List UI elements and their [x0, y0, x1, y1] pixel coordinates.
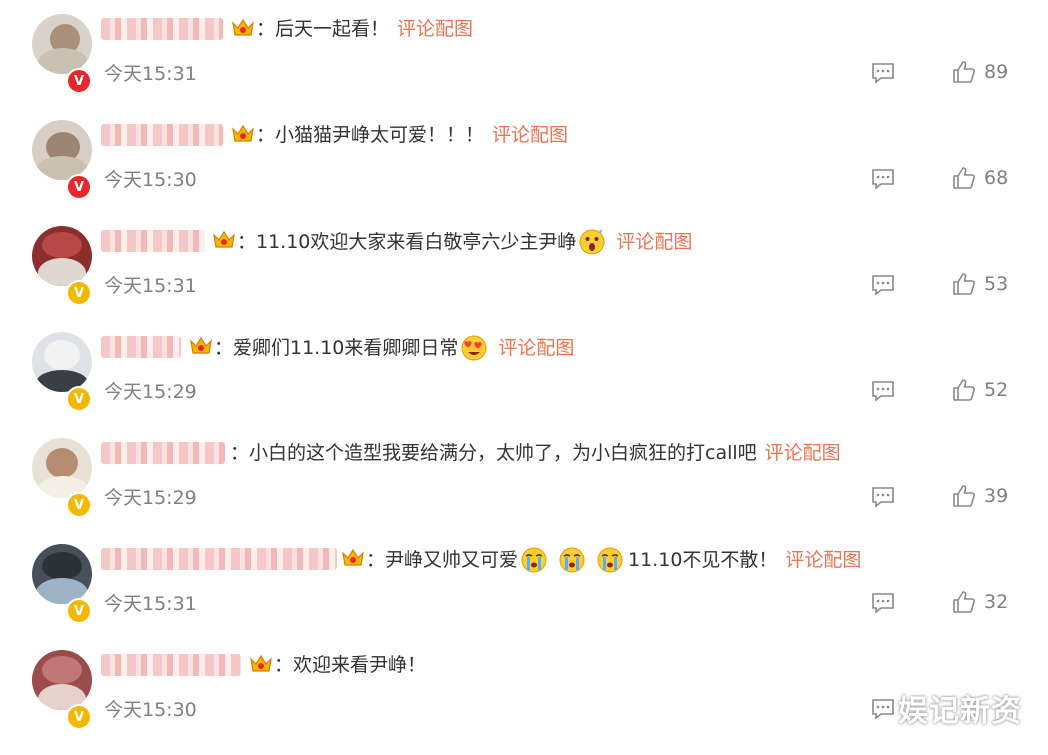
username-mosaic[interactable] [101, 230, 205, 252]
crown-icon [232, 18, 254, 36]
thumbs-up-icon[interactable] [952, 484, 976, 508]
comment-item: V ：小白的这个造型我要给满分，太帅了，为小白疯狂的打call吧 评论配图 今天… [0, 438, 1048, 543]
verified-badge: V [66, 492, 92, 518]
comment-text-row: ：11.10欢迎大家来看白敬亭六少主尹峥 评论配图 [237, 228, 692, 256]
thumbs-up-icon[interactable] [952, 272, 976, 296]
comment-icon[interactable] [871, 168, 895, 190]
like-count: 32 [984, 591, 1009, 613]
comment-item: V ：小猫猫尹峥太可爱！！！ 评论配图 今天15:30 68 [0, 120, 1048, 225]
username-mosaic[interactable] [101, 548, 337, 570]
verified-badge: V [66, 174, 92, 200]
crown-icon [190, 336, 212, 354]
comment-time: 今天15:30 [104, 169, 197, 191]
username-mosaic[interactable] [101, 18, 223, 40]
avatar[interactable] [32, 544, 92, 604]
avatar[interactable] [32, 650, 92, 710]
comment-time: 今天15:29 [104, 487, 197, 509]
comment-item: V ：欢迎来看尹峥！ 今天15:30 [0, 650, 1048, 755]
verified-badge: V [66, 386, 92, 412]
thumbs-up-icon[interactable] [952, 590, 976, 614]
crying-emoji-icon [521, 547, 547, 573]
thumbs-up-icon[interactable] [952, 166, 976, 190]
crying-emoji-icon [597, 547, 623, 573]
surprised-emoji-icon [579, 229, 605, 255]
comment-icon[interactable] [871, 274, 895, 296]
comment-icon[interactable] [871, 698, 895, 720]
username-mosaic[interactable] [101, 124, 223, 146]
crown-icon [250, 654, 272, 672]
comment-image-link[interactable]: 评论配图 [498, 335, 574, 361]
comment-text: ：欢迎来看尹峥！ [274, 654, 427, 676]
comment-image-link[interactable]: 评论配图 [765, 440, 841, 466]
like-count: 53 [984, 273, 1009, 295]
username-mosaic[interactable] [101, 336, 181, 358]
comment-item: V ：后天一起看！ 评论配图 今天15:31 89 [0, 14, 1048, 119]
comment-text-row: ：尹峥又帅又可爱 11.10不见不散！ 评论配图 [366, 546, 861, 574]
comment-image-link[interactable]: 评论配图 [616, 229, 692, 255]
comment-item: V ：尹峥又帅又可爱 11.10不见不散！ 评论配图 今天15:31 32 [0, 544, 1048, 649]
avatar[interactable] [32, 226, 92, 286]
comment-time: 今天15:31 [104, 275, 197, 297]
crown-icon [342, 548, 364, 566]
crying-emoji-icon [559, 547, 585, 573]
comment-text: ：11.10欢迎大家来看白敬亭六少主尹峥 [237, 231, 577, 253]
comment-text-row: ：小白的这个造型我要给满分，太帅了，为小白疯狂的打call吧 评论配图 [230, 440, 841, 466]
love-eyes-emoji-icon [461, 335, 487, 361]
verified-badge: V [66, 68, 92, 94]
avatar[interactable] [32, 332, 92, 392]
comment-item: V ：爱卿们11.10来看卿卿日常 评论配图 今天15:29 52 [0, 332, 1048, 437]
crown-icon [232, 124, 254, 142]
comment-text-suffix: 11.10不见不散！ [628, 549, 778, 571]
comment-text-row: ：小猫猫尹峥太可爱！！！ 评论配图 [256, 122, 568, 148]
comment-icon[interactable] [871, 486, 895, 508]
comment-icon[interactable] [871, 380, 895, 402]
avatar[interactable] [32, 120, 92, 180]
comment-text: ：后天一起看！ [256, 18, 390, 40]
comment-time: 今天15:30 [104, 699, 197, 721]
comment-text-row: ：欢迎来看尹峥！ [274, 652, 426, 678]
verified-badge: V [66, 280, 92, 306]
crown-icon [213, 230, 235, 248]
comment-text: ：小白的这个造型我要给满分，太帅了，为小白疯狂的打call吧 [230, 442, 757, 464]
comment-icon[interactable] [871, 592, 895, 614]
comment-text-row: ：爱卿们11.10来看卿卿日常 评论配图 [214, 334, 574, 362]
username-mosaic[interactable] [101, 442, 225, 464]
comment-image-link[interactable]: 评论配图 [492, 122, 568, 148]
like-count: 52 [984, 379, 1009, 401]
comment-time: 今天15:29 [104, 381, 197, 403]
avatar[interactable] [32, 14, 92, 74]
thumbs-up-icon[interactable] [952, 60, 976, 84]
comment-image-link[interactable]: 评论配图 [397, 16, 473, 42]
verified-badge: V [66, 704, 92, 730]
verified-badge: V [66, 598, 92, 624]
comment-text: ：爱卿们11.10来看卿卿日常 [214, 337, 459, 359]
thumbs-up-icon[interactable] [952, 378, 976, 402]
avatar[interactable] [32, 438, 92, 498]
comment-text: ：尹峥又帅又可爱 [366, 549, 519, 571]
like-count: 89 [984, 61, 1009, 83]
username-mosaic[interactable] [101, 654, 241, 676]
comment-time: 今天15:31 [104, 63, 197, 85]
watermark-text: 娱记新资 [898, 694, 1022, 729]
comment-icon[interactable] [871, 62, 895, 84]
comment-list: V ：后天一起看！ 评论配图 今天15:31 89 V ：小猫猫尹峥太可爱！！！… [0, 0, 1048, 748]
comment-text: ：小猫猫尹峥太可爱！！！ [256, 124, 485, 146]
comment-text-row: ：后天一起看！ 评论配图 [256, 16, 473, 42]
comment-time: 今天15:31 [104, 593, 197, 615]
like-count: 68 [984, 167, 1009, 189]
comment-image-link[interactable]: 评论配图 [785, 547, 861, 573]
comment-item: V ：11.10欢迎大家来看白敬亭六少主尹峥 评论配图 今天15:31 53 [0, 226, 1048, 331]
like-count: 39 [984, 485, 1009, 507]
